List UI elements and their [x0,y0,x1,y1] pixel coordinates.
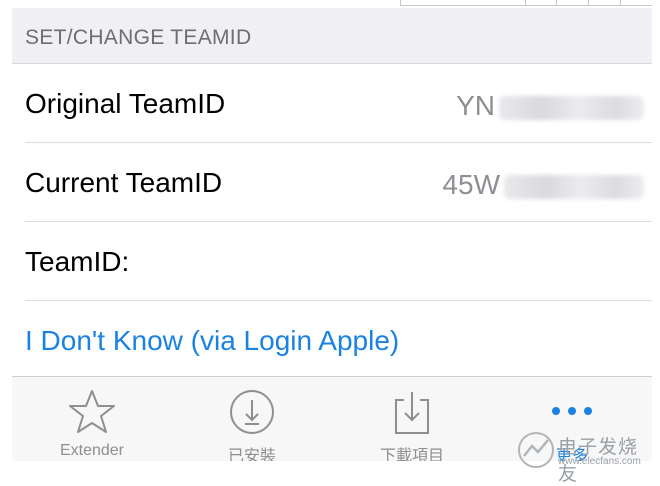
watermark-url: www.elecfans.com [558,456,641,467]
top-strip-tick [525,0,526,6]
top-strip-tick [400,0,401,6]
top-strip-tick [556,0,557,6]
download-circle-icon [227,387,277,442]
top-strip-tick [620,0,621,6]
top-strip-tick [588,0,589,6]
watermark-logo-icon [518,432,554,468]
download-tray-icon [387,387,437,442]
tab-downloads[interactable]: 下載項目 [332,377,492,461]
redacted-value [504,174,644,199]
star-icon [67,387,117,442]
redacted-value [499,95,644,120]
section-header-title: SET/CHANGE TEAMID [25,26,252,49]
current-teamid-label: Current TeamID [25,167,223,198]
original-teamid-row[interactable]: Original TeamID YN [12,64,652,142]
watermark: 电子发烧友 www.elecfans.com [516,430,656,485]
section-header: SET/CHANGE TEAMID [12,8,652,63]
top-strip-line [400,5,652,6]
tab-downloads-label: 下載項目 [379,448,444,461]
login-apple-link[interactable]: I Don't Know (via Login Apple) [25,325,399,357]
original-teamid-value: YN [456,90,644,122]
login-apple-link-row[interactable]: I Don't Know (via Login Apple) [12,301,652,379]
original-teamid-label: Original TeamID [25,88,226,119]
app-screen: SET/CHANGE TEAMID Original TeamID YN Cur… [12,8,652,461]
tab-installed-label: 已安裝 [227,448,276,461]
current-teamid-value: 45W [442,169,644,201]
tab-installed[interactable]: 已安裝 [172,377,332,461]
tab-extender[interactable]: Extender [12,377,172,461]
top-strip [0,0,660,8]
tab-extender-label: Extender [59,442,125,459]
current-teamid-row[interactable]: Current TeamID 45W [12,143,652,221]
teamid-input-label: TeamID: [25,246,130,277]
teamid-input-row[interactable]: TeamID: [12,222,652,300]
